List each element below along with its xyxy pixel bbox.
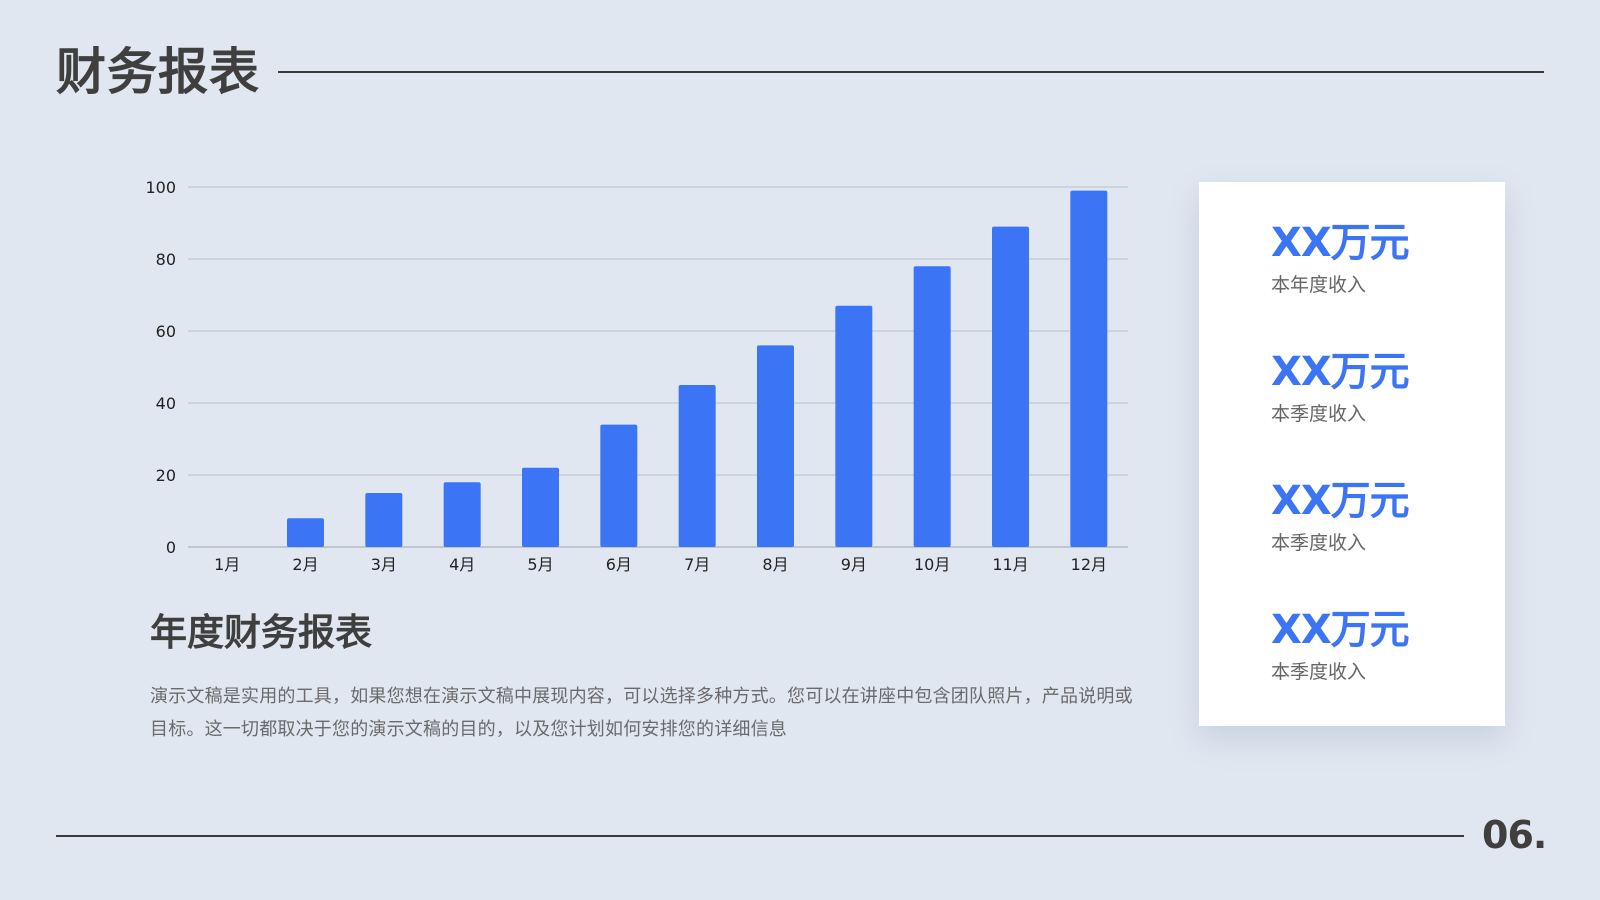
stat-value: XX万元: [1271, 607, 1410, 653]
x-tick-label: 3月: [371, 555, 397, 574]
y-tick-label: 60: [156, 322, 176, 341]
chart-bars: [287, 190, 1108, 547]
stat-value: XX万元: [1271, 220, 1410, 266]
y-tick-label: 100: [145, 178, 176, 197]
page-number: 06.: [1482, 813, 1547, 857]
footer-divider: [56, 835, 1464, 837]
x-tick-label: 7月: [684, 555, 710, 574]
stat-item-quarter-1: XX万元 本季度收入: [1271, 347, 1410, 429]
x-tick-label: 11月: [992, 555, 1028, 574]
y-tick-label: 80: [156, 250, 176, 269]
stat-item-quarter-3: XX万元 本季度收入: [1271, 605, 1410, 687]
stat-item-quarter-2: XX万元 本季度收入: [1271, 476, 1410, 558]
stats-card: XX万元 本年度收入 XX万元 本季度收入 XX万元 本季度收入 XX万元 本季…: [1199, 182, 1505, 726]
x-tick-label: 9月: [841, 555, 867, 574]
y-tick-label: 40: [156, 394, 176, 413]
bar-2: [287, 518, 324, 547]
bar-4: [443, 482, 481, 547]
bar-chart: 0 20 40 60 80 100 1月 2月 3月 4月 5月 6月 7月 8月 9月 10月 11月 12月: [145, 178, 1128, 574]
x-tick-label: 12月: [1071, 555, 1107, 574]
x-tick-label: 2月: [292, 555, 318, 574]
stat-value: XX万元: [1271, 349, 1410, 395]
x-tick-label: 10月: [914, 555, 950, 574]
stat-value: XX万元: [1271, 478, 1410, 524]
y-tick-label: 20: [156, 466, 176, 485]
chart-x-ticks: 1月 2月 3月 4月 5月 6月 7月 8月 9月 10月 11月 12月: [214, 555, 1107, 574]
chart-y-ticks: 0 20 40 60 80 100: [145, 178, 176, 557]
section-body-text: 演示文稿是实用的工具，如果您想在演示文稿中展现内容，可以选择多种方式。您可以在讲…: [150, 686, 1133, 740]
x-tick-label: 5月: [527, 555, 553, 574]
stat-label: 本季度收入: [1271, 532, 1367, 554]
bar-11: [992, 226, 1029, 547]
bar-7: [678, 385, 716, 547]
stat-item-annual: XX万元 本年度收入: [1271, 218, 1410, 300]
section-heading: 年度财务报表: [150, 611, 372, 654]
bar-5: [522, 467, 559, 547]
bar-6: [600, 424, 638, 547]
bar-12: [1070, 190, 1108, 547]
stat-label: 本年度收入: [1271, 274, 1367, 296]
bar-8: [757, 345, 794, 547]
x-tick-label: 1月: [214, 555, 240, 574]
x-tick-label: 6月: [606, 555, 632, 574]
stat-label: 本季度收入: [1271, 661, 1367, 683]
bar-3: [365, 493, 403, 547]
page-title: 财务报表: [56, 43, 260, 101]
chart-gridlines: [188, 186, 1128, 548]
bar-9: [835, 305, 873, 547]
x-tick-label: 8月: [762, 555, 788, 574]
bar-10: [913, 266, 951, 547]
x-tick-label: 4月: [449, 555, 475, 574]
title-divider: [278, 71, 1544, 73]
y-tick-label: 0: [166, 538, 176, 557]
stat-label: 本季度收入: [1271, 403, 1367, 425]
